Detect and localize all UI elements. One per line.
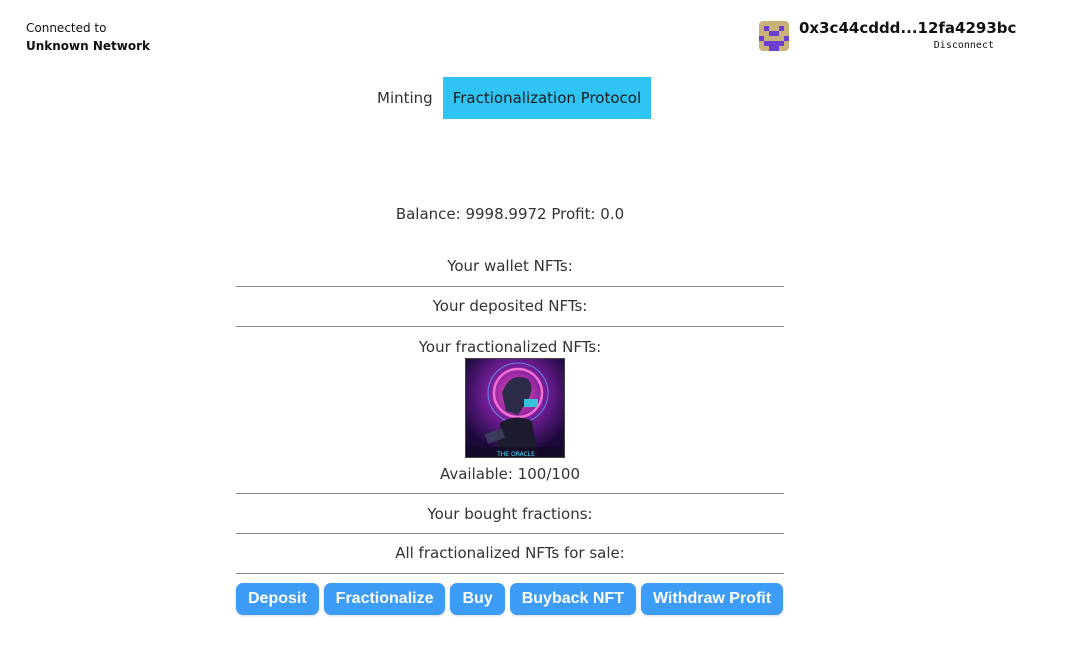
action-bar: Deposit Fractionalize Buy Buyback NFT Wi… [236,583,784,615]
balance-profit-text: Balance: 9998.9972 Profit: 0.0 [395,205,625,223]
divider [236,573,784,574]
nft-caption: THE ORACLE [496,451,535,458]
available-fractions-text: Available: 100/100 [439,465,581,483]
disconnect-link[interactable]: Disconnect [934,40,994,51]
divider [236,533,784,534]
deposited-nfts-heading: Your deposited NFTs: [432,297,588,315]
buyback-nft-button[interactable]: Buyback NFT [509,583,636,615]
nft-thumbnail[interactable]: THE ORACLE [465,358,565,458]
connection-status: Connected to Unknown Network [26,19,150,55]
buy-button[interactable]: Buy [450,583,505,615]
fractionalized-nfts-heading: Your fractionalized NFTs: [418,338,602,356]
connection-label: Connected to [26,21,107,35]
bought-fractions-heading: Your bought fractions: [427,505,593,523]
nav-tabs: Minting Fractionalization Protocol [367,77,652,119]
wallet-nfts-heading: Your wallet NFTs: [447,257,573,275]
tab-fractionalization-protocol[interactable]: Fractionalization Protocol [442,77,652,119]
nfts-for-sale-heading: All fractionalized NFTs for sale: [395,544,625,562]
wallet-address[interactable]: 0x3c44cddd...12fa4293bc [799,19,1016,37]
fractionalize-button[interactable]: Fractionalize [323,583,446,615]
network-name: Unknown Network [26,39,151,53]
tab-minting[interactable]: Minting [367,77,443,119]
divider [236,286,784,287]
divider [236,326,784,327]
divider [236,493,784,494]
withdraw-profit-button[interactable]: Withdraw Profit [640,583,784,615]
pixel-avatar-icon [759,21,789,51]
deposit-button[interactable]: Deposit [236,583,319,615]
